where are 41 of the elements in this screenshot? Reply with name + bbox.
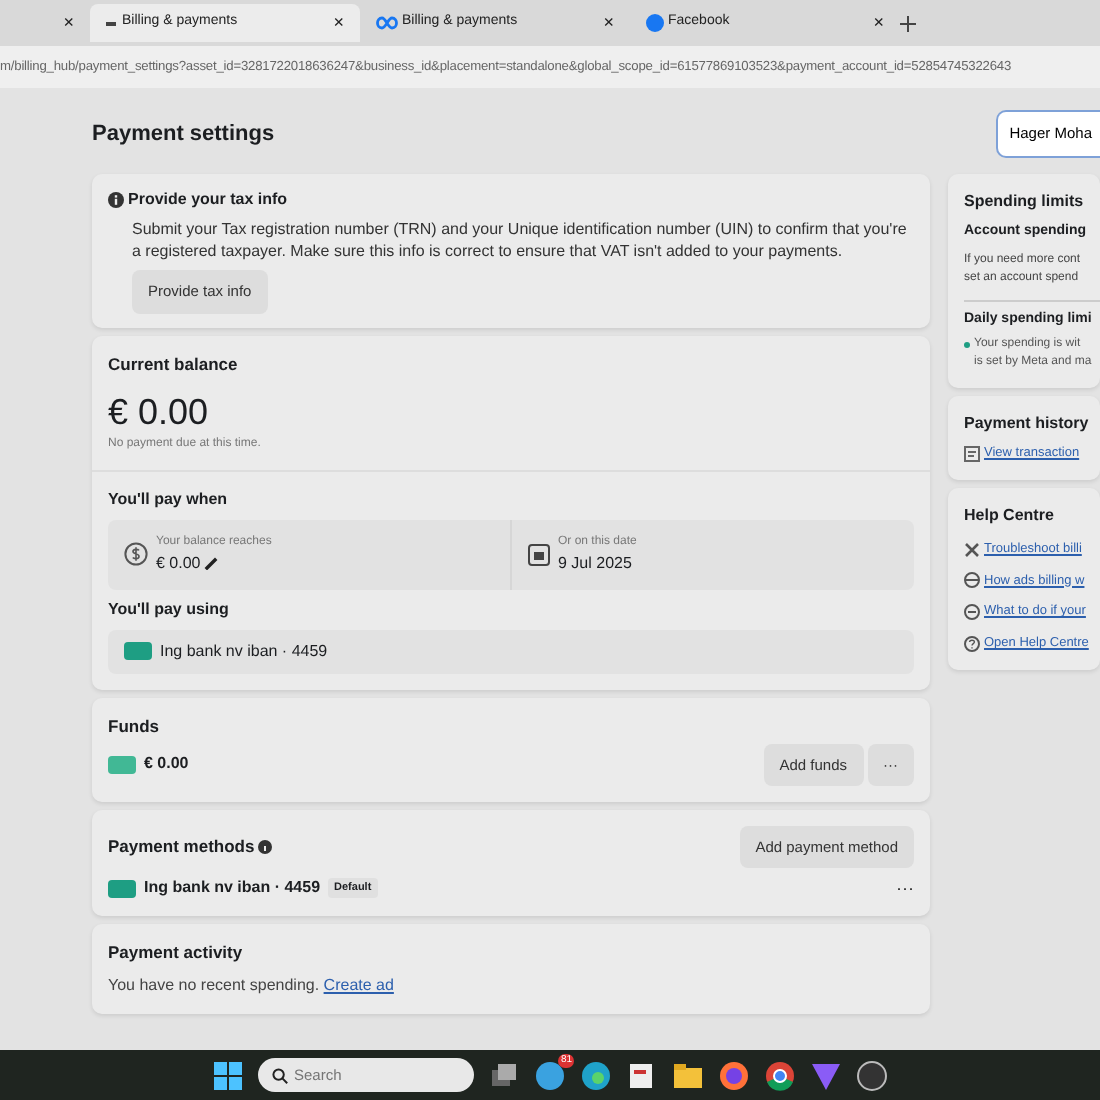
taskview-app-icon[interactable] (488, 1059, 520, 1091)
subsection-title: You'll pay when (108, 487, 230, 512)
infinity-logo-icon (376, 16, 398, 30)
close-tab-button[interactable]: × (63, 14, 74, 32)
create-ad-link[interactable]: Create ad (323, 975, 394, 994)
panel-title: Payment history (964, 412, 1091, 436)
field-value: 9 Jul 2025 (558, 551, 632, 576)
minus-circle-icon (964, 604, 980, 621)
folder-app-icon[interactable] (672, 1059, 704, 1091)
chrome-app-icon[interactable] (764, 1059, 796, 1091)
receipt-icon (964, 445, 980, 462)
section-title: Funds (108, 713, 161, 740)
dollar-circle-icon (124, 542, 148, 567)
pencil-icon (204, 556, 219, 571)
info-icon (258, 840, 273, 855)
section-title: Current balance (108, 351, 240, 377)
notice-text: Submit your Tax registration number (TRN) and your Unique identification number (UIN) to confirm that you're a registered taxpayer. Make sure this info is correct to ensure that VAT isn't added to your payments. (130, 218, 909, 263)
section-title: Payment methods (108, 834, 255, 860)
new-tab-icon (900, 15, 916, 31)
browser-tab[interactable]: × (0, 4, 90, 42)
section-title: Payment activity (108, 940, 245, 966)
status-dot (964, 342, 970, 348)
payment-method-name: Ing bank nv iban · 4459 (160, 639, 328, 664)
page-title: Payment settings (92, 119, 275, 150)
windows-app-icon[interactable] (212, 1059, 244, 1091)
payment-method-name: Ing bank nv iban · 4459 (144, 876, 321, 901)
search-icon (272, 1067, 288, 1083)
question-circle-icon (964, 635, 980, 652)
info-icon (108, 192, 124, 208)
activity-text: You have no recent spending. Create ad (108, 973, 396, 998)
close-tab-button[interactable]: × (603, 14, 614, 32)
close-tab-button[interactable]: × (333, 14, 344, 32)
panel-title: Help Centre (964, 503, 1056, 528)
subsection-title: You'll pay using (108, 597, 231, 622)
close-tab-button[interactable]: × (873, 14, 884, 32)
funds-amount: € 0.00 (144, 752, 191, 777)
field-value: € 0.00 (156, 551, 201, 576)
notice-title: Provide your tax info (128, 188, 288, 212)
panel-title: Spending limits (964, 190, 1086, 214)
balance-amount: € 0.00 (108, 392, 211, 436)
more-options-button[interactable]: ··· (896, 879, 914, 898)
